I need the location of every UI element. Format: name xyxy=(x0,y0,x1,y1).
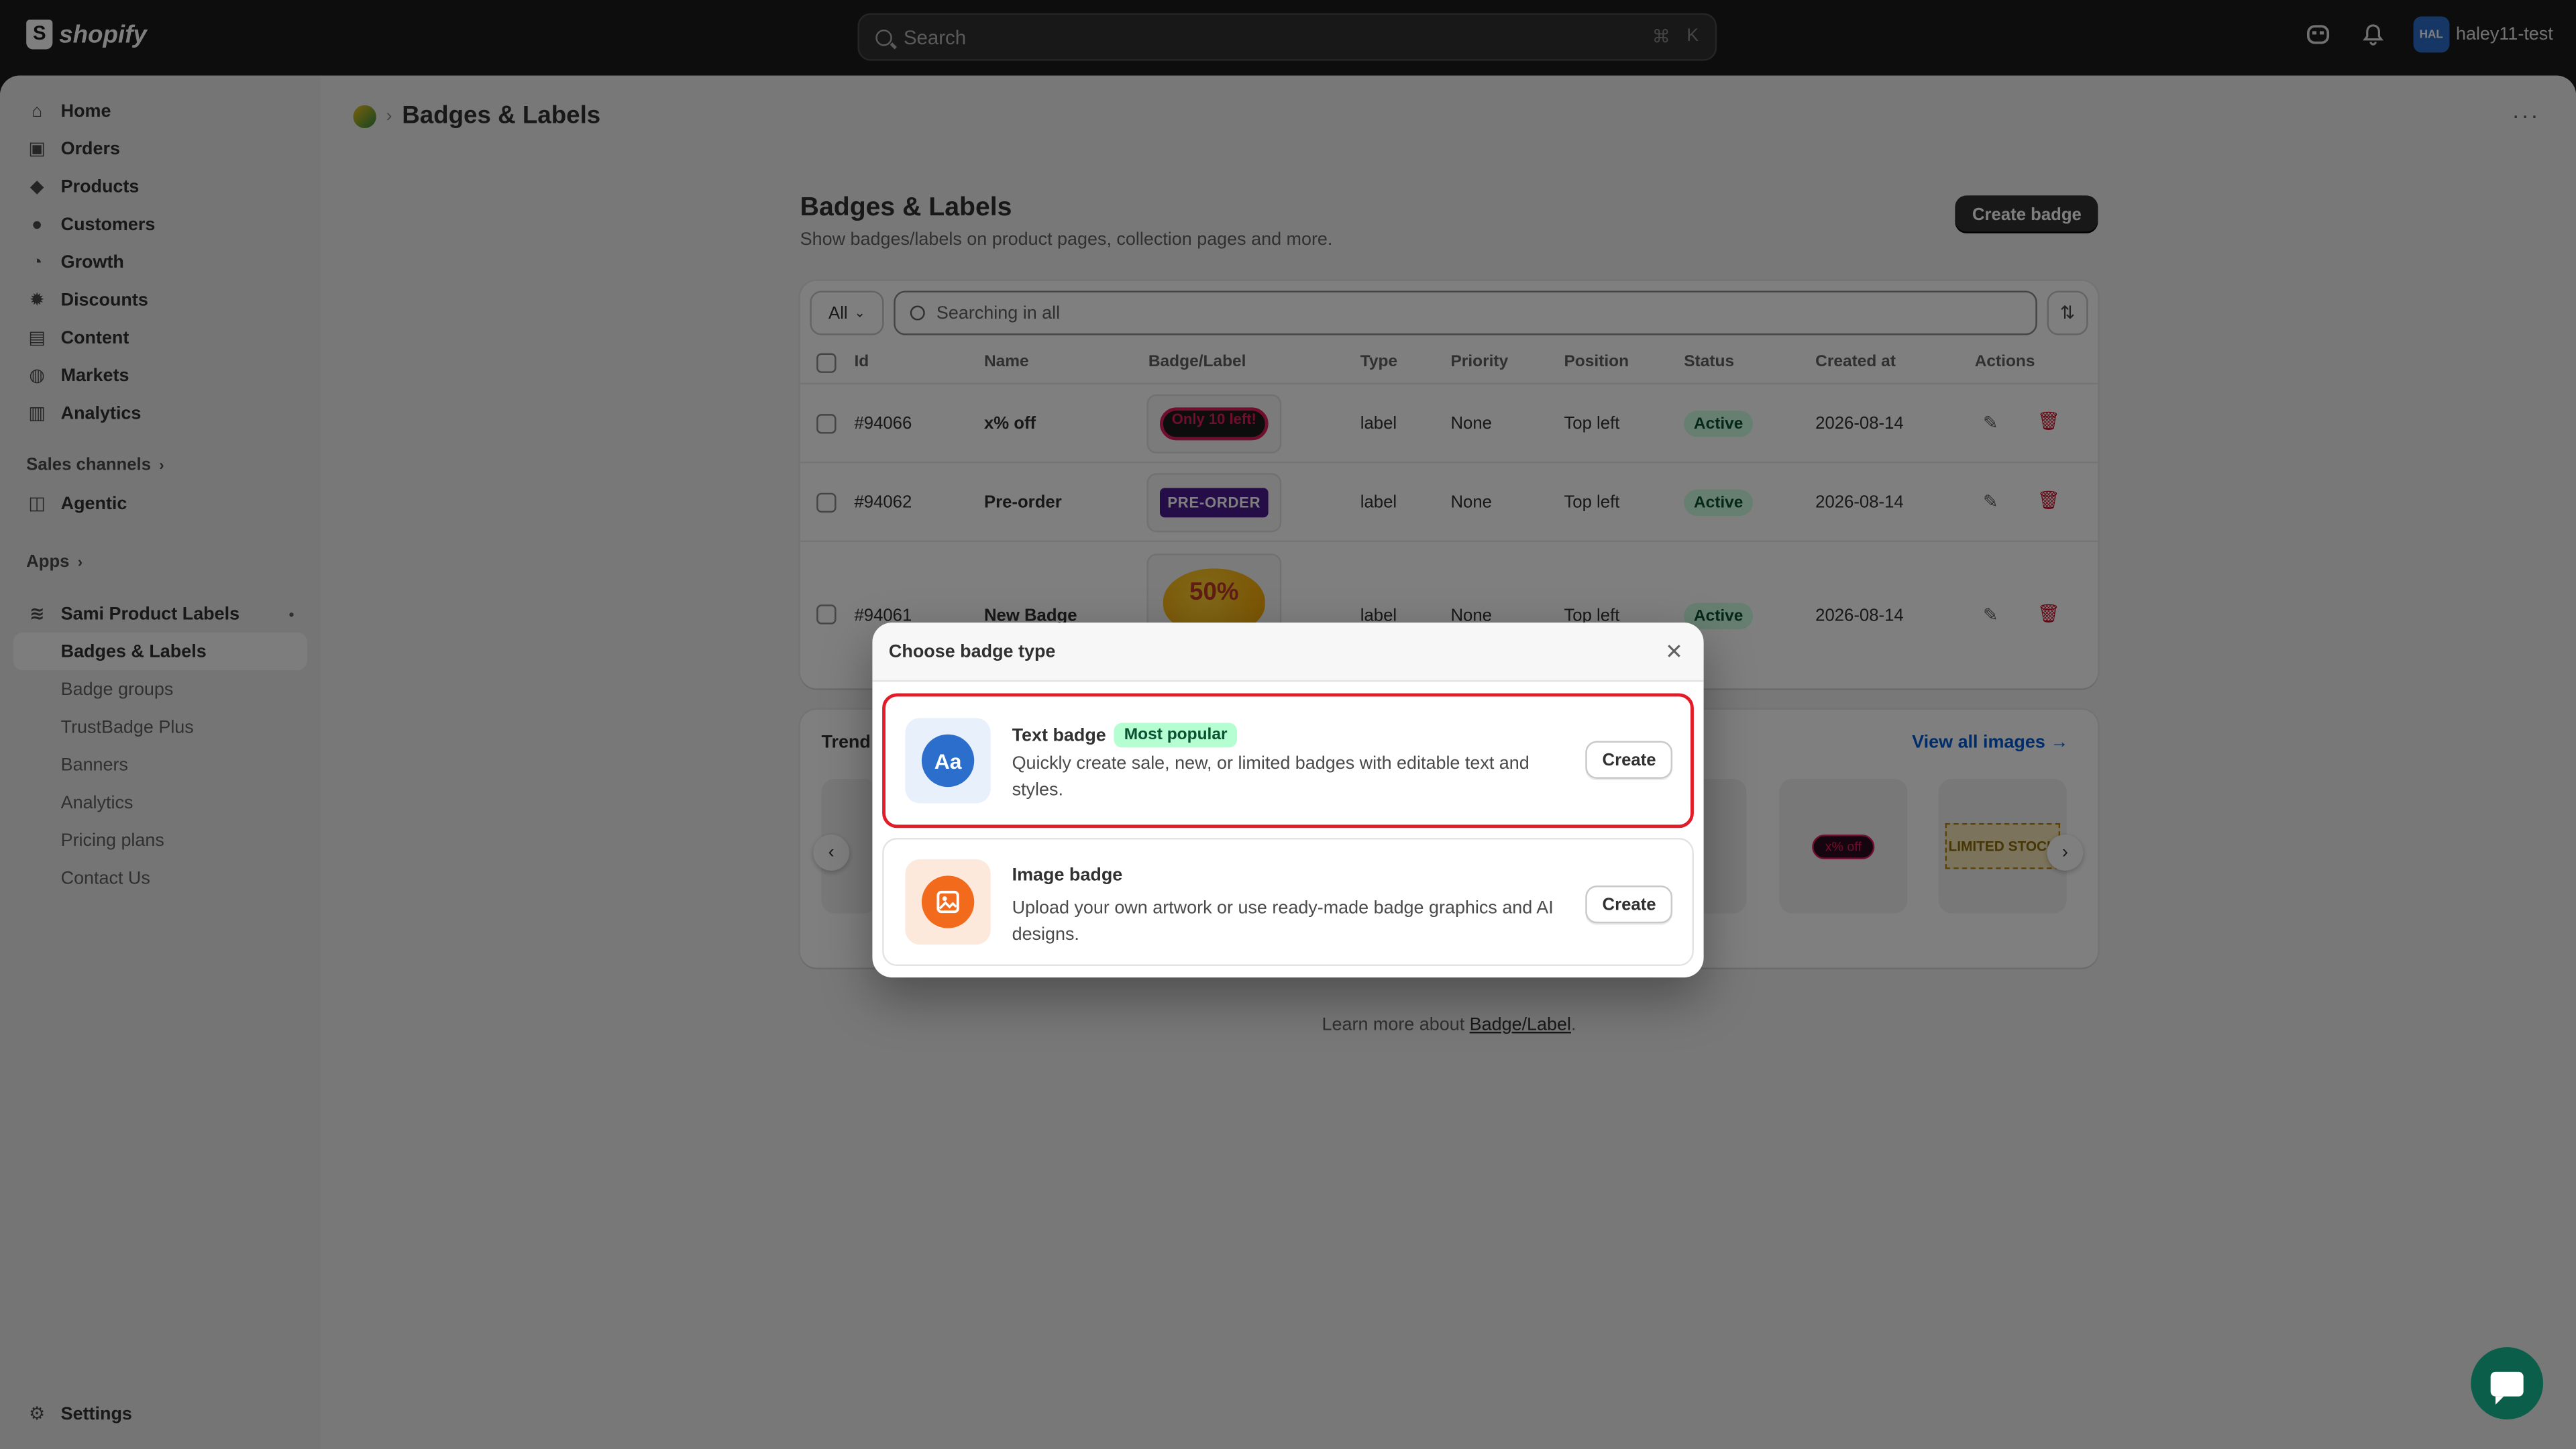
create-text-badge-button[interactable]: Create xyxy=(1586,741,1673,779)
chat-button[interactable] xyxy=(2471,1347,2544,1419)
option-name: Image badge xyxy=(1012,865,1123,886)
text-badge-description: Quickly create sale, new, or limited bad… xyxy=(1012,754,1529,800)
most-popular-badge: Most popular xyxy=(1114,722,1238,748)
option-name: Text badge xyxy=(1012,725,1106,745)
image-badge-option[interactable]: Image badge Upload your own artwork or u… xyxy=(882,837,1694,967)
text-badge-name: Text badge Most popular xyxy=(1012,722,1238,748)
choose-badge-type-modal: Choose badge type ✕ Aa Text badge Most p… xyxy=(872,623,1704,978)
image-icon xyxy=(921,875,975,928)
text-aa-icon: Aa xyxy=(921,734,975,788)
chat-bubble-icon xyxy=(2490,1371,2524,1404)
screen: shopify Search ⌘ K HAL haley11-test ⌂Hom… xyxy=(0,0,2576,1449)
close-icon[interactable]: ✕ xyxy=(1661,638,1687,664)
image-badge-icon-box xyxy=(905,859,991,945)
create-image-badge-button[interactable]: Create xyxy=(1586,885,1673,924)
image-badge-name: Image badge xyxy=(1012,866,1123,885)
text-badge-icon-box: Aa xyxy=(905,718,991,804)
modal-title: Choose badge type xyxy=(888,641,1056,661)
text-badge-option[interactable]: Aa Text badge Most popular Quickly creat… xyxy=(882,693,1694,828)
modal-header: Choose badge type ✕ xyxy=(872,623,1704,682)
image-badge-description: Upload your own artwork or use ready-mad… xyxy=(1012,898,1554,945)
